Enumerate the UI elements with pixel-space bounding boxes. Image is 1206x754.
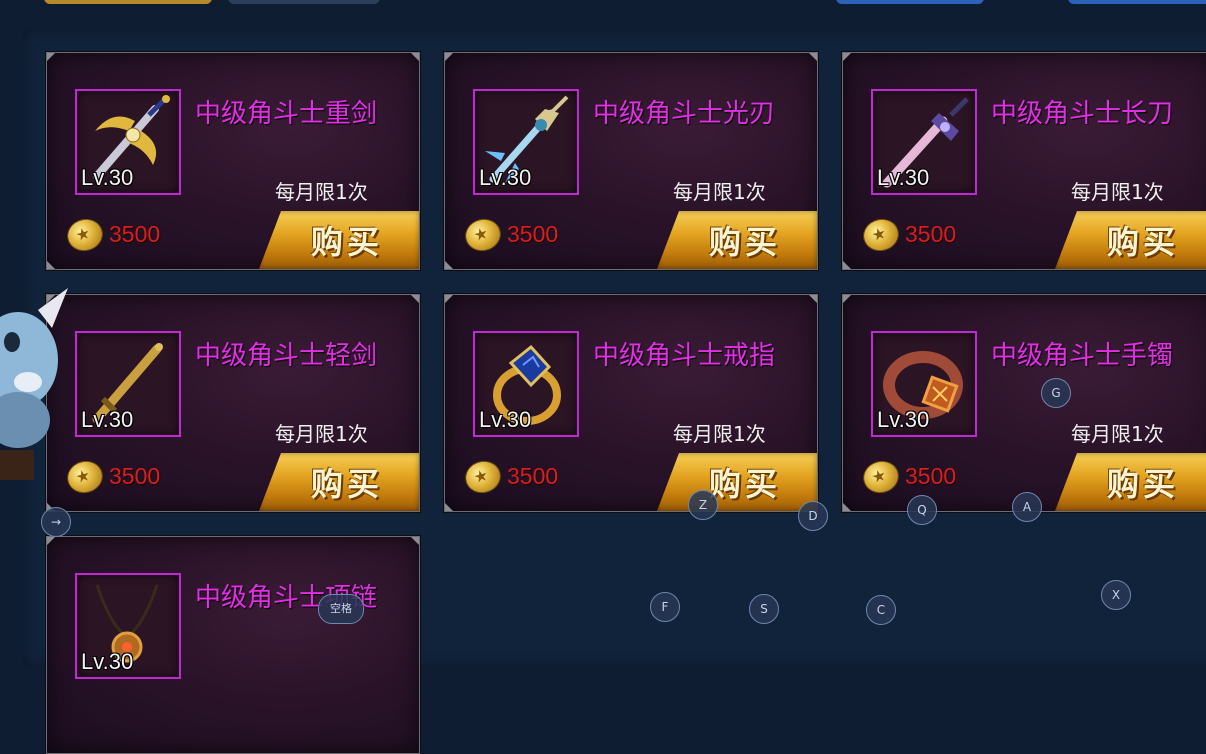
heavy-sword-icon[interactable]: Lv.30 (75, 89, 181, 195)
buy-button[interactable]: 购买 (259, 211, 419, 269)
top-tab-1[interactable] (44, 0, 212, 4)
item-level: Lv.30 (877, 165, 930, 190)
item-level: Lv.30 (479, 165, 532, 190)
purchase-limit: 每月限1次 (1071, 422, 1164, 446)
buy-button-label: 购买 (709, 465, 782, 503)
price: 3500 (905, 463, 957, 489)
product-card: Lv.30 中级角斗士轻剑 每月限1次 ★ 3500 购买 (46, 294, 420, 512)
product-card: Lv.30 中级角斗士重剑 每月限1次 ★ 3500 购买 (46, 52, 420, 270)
item-level: Lv.30 (81, 407, 134, 432)
arrow-right-key[interactable]: → (41, 507, 71, 537)
mascot-character-icon (0, 288, 68, 480)
light-blade-icon[interactable]: Lv.30 (473, 89, 579, 195)
buy-button-label: 购买 (311, 223, 384, 261)
buy-button[interactable]: 购买 (1055, 211, 1206, 269)
item-level: Lv.30 (81, 649, 134, 674)
buy-button-label: 购买 (1107, 465, 1180, 503)
product-card: Lv.30 中级角斗士项链 (46, 536, 420, 754)
buy-button-label: 购买 (311, 465, 384, 503)
long-saber-icon[interactable]: Lv.30 (871, 89, 977, 195)
product-card: Lv.30 中级角斗士戒指 每月限1次 ★ 3500 购买 (444, 294, 818, 512)
product-name: 中级角斗士长刀 (991, 99, 1174, 129)
key-z[interactable]: Z (688, 490, 718, 520)
top-button-2[interactable] (1068, 0, 1206, 4)
gold-coin-icon: ★ (859, 214, 903, 256)
gold-coin-icon: ★ (461, 214, 505, 256)
key-x[interactable]: X (1101, 580, 1131, 610)
key-f[interactable]: F (650, 592, 680, 622)
item-level: Lv.30 (81, 165, 134, 190)
purchase-limit: 每月限1次 (673, 422, 766, 446)
key-q[interactable]: Q (907, 495, 937, 525)
price: 3500 (507, 221, 559, 247)
necklace-icon[interactable]: Lv.30 (75, 573, 181, 679)
product-card: Lv.30 中级角斗士长刀 每月限1次 ★ 3500 购买 (842, 52, 1206, 270)
light-sword-icon[interactable]: Lv.30 (75, 331, 181, 437)
price: 3500 (109, 463, 161, 489)
buy-button-label: 购买 (1107, 223, 1180, 261)
product-name: 中级角斗士戒指 (593, 341, 776, 371)
price: 3500 (507, 463, 559, 489)
buy-button[interactable]: 购买 (657, 211, 817, 269)
buy-button[interactable]: 购买 (657, 453, 817, 511)
gold-coin-icon: ★ (63, 214, 107, 256)
buy-button[interactable]: 购买 (259, 453, 419, 511)
product-name: 中级角斗士手镯 (991, 341, 1174, 371)
key-g[interactable]: G (1041, 378, 1071, 408)
gold-coin-icon: ★ (461, 456, 505, 498)
key-s[interactable]: S (749, 594, 779, 624)
key-a[interactable]: A (1012, 492, 1042, 522)
item-level: Lv.30 (479, 407, 532, 432)
buy-button-label: 购买 (709, 223, 782, 261)
buy-button[interactable]: 购买 (1055, 453, 1206, 511)
gold-coin-icon: ★ (859, 456, 903, 498)
top-button-1[interactable] (836, 0, 984, 4)
product-card: Lv.30 中级角斗士光刃 每月限1次 ★ 3500 购买 (444, 52, 818, 270)
bracelet-icon[interactable]: Lv.30 (871, 331, 977, 437)
product-name: 中级角斗士轻剑 (195, 341, 378, 371)
product-name: 中级角斗士光刃 (593, 99, 776, 129)
item-level: Lv.30 (877, 407, 930, 432)
key-c[interactable]: C (866, 595, 896, 625)
top-tab-2[interactable] (228, 0, 380, 4)
key-space[interactable]: 空格 (318, 594, 364, 624)
product-name: 中级角斗士重剑 (195, 99, 378, 129)
product-card: Lv.30 中级角斗士手镯 每月限1次 ★ 3500 购买 (842, 294, 1206, 512)
price: 3500 (905, 221, 957, 247)
ring-icon[interactable]: Lv.30 (473, 331, 579, 437)
price: 3500 (109, 221, 161, 247)
purchase-limit: 每月限1次 (275, 422, 368, 446)
purchase-limit: 每月限1次 (1071, 180, 1164, 204)
purchase-limit: 每月限1次 (673, 180, 766, 204)
key-d[interactable]: D (798, 501, 828, 531)
purchase-limit: 每月限1次 (275, 180, 368, 204)
